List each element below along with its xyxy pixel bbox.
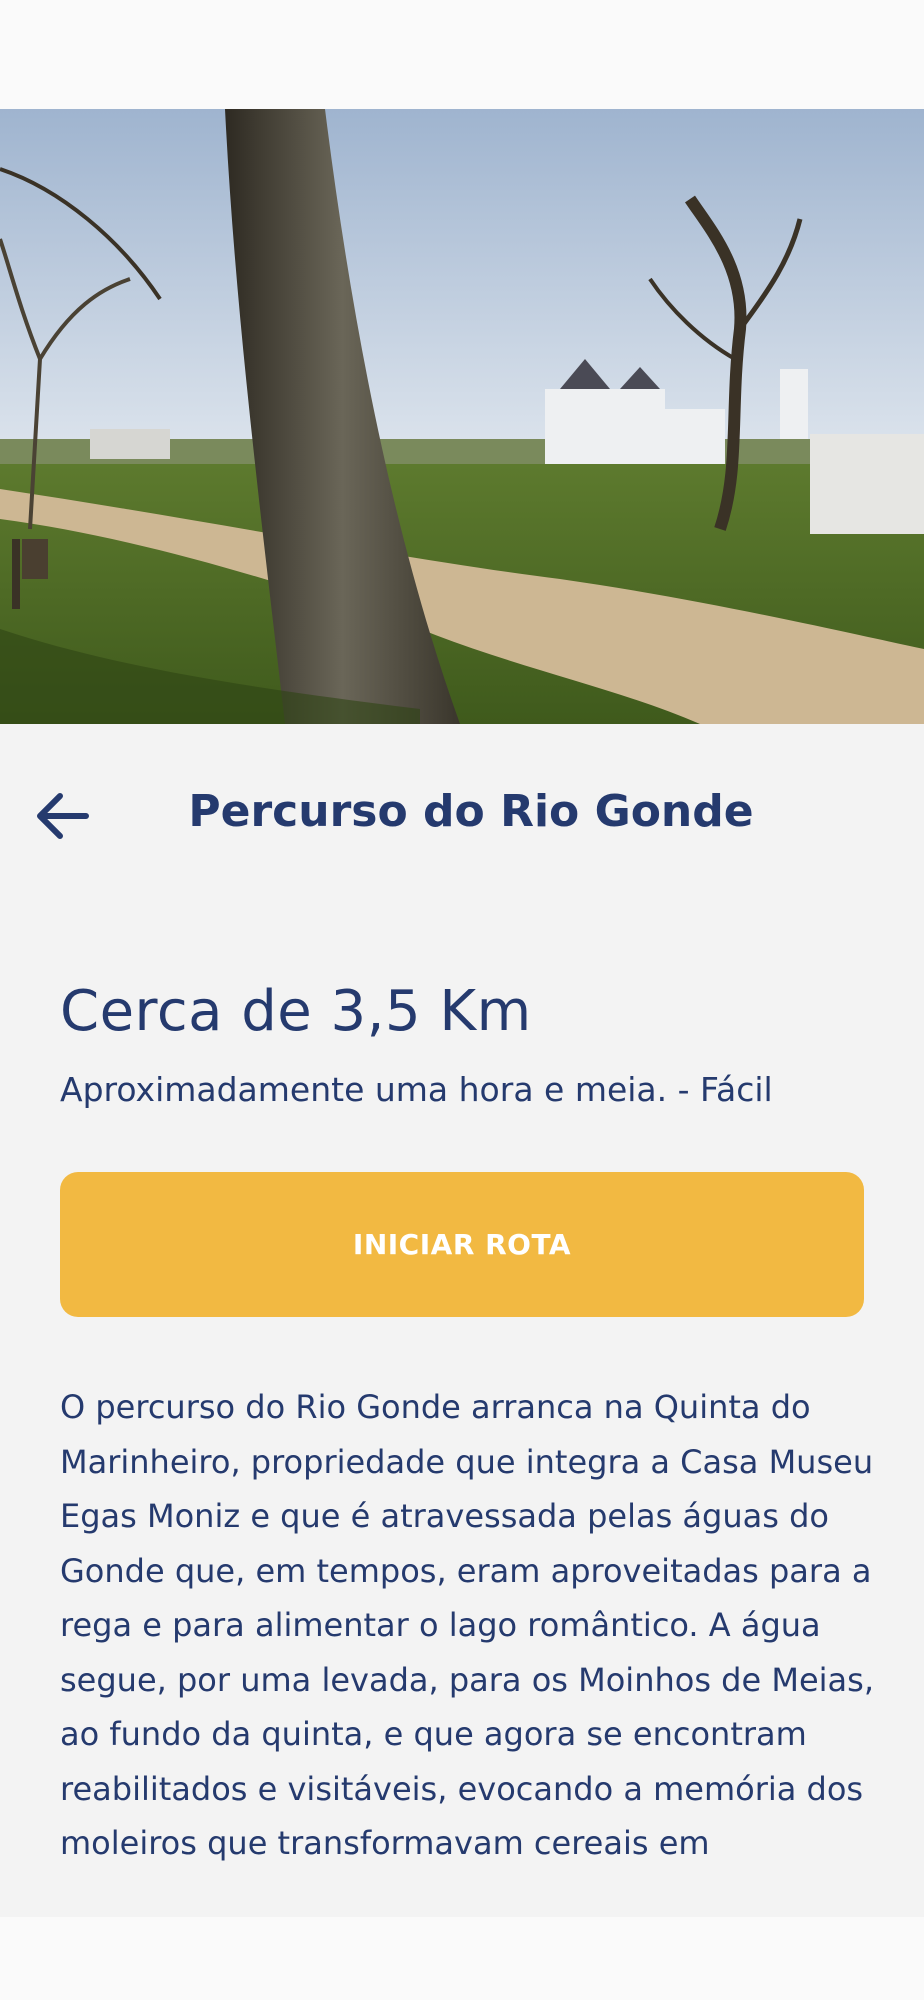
route-duration: Aproximadamente uma hora e meia. - Fácil: [60, 1070, 773, 1109]
route-description: O percurso do Rio Gonde arranca na Quint…: [60, 1388, 874, 1862]
hero-image: [0, 109, 924, 724]
page-title: Percurso do Rio Gonde: [188, 786, 754, 837]
bottom-bar: [0, 1917, 924, 2000]
content-panel: Percurso do Rio Gonde Cerca de 3,5 Km Ap…: [0, 724, 924, 1917]
status-bar: [0, 0, 924, 109]
route-distance: Cerca de 3,5 Km: [60, 979, 532, 1044]
start-route-button[interactable]: INICIAR ROTA: [60, 1172, 864, 1317]
park-photo: [0, 109, 924, 724]
